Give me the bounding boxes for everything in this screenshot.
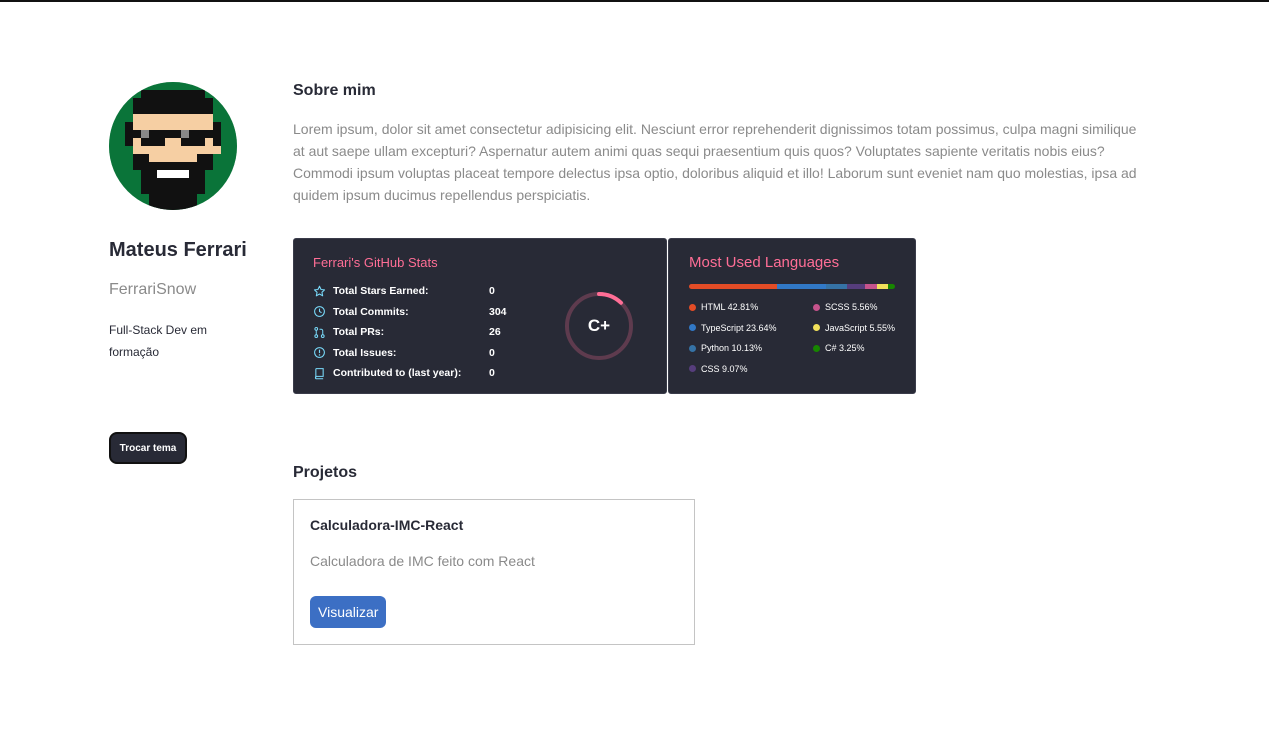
language-legend-item: CSS 9.07% (689, 364, 813, 374)
history-icon (314, 306, 325, 318)
language-legend-item: Python 10.13% (689, 343, 813, 353)
stat-label: Total Commits: (333, 305, 409, 318)
language-bar-segment (888, 284, 895, 289)
pull-request-icon (314, 326, 325, 338)
stat-label: Total Stars Earned: (333, 285, 429, 298)
language-label: SCSS 5.56% (825, 302, 878, 312)
stat-value: 0 (489, 346, 495, 359)
main-content: Sobre mim Lorem ipsum, dolor sit amet co… (293, 82, 1143, 645)
language-color-dot (689, 324, 696, 331)
profile-username: FerrariSnow (109, 281, 197, 298)
language-color-dot (813, 303, 820, 311)
issue-icon (314, 347, 325, 359)
stat-label: Total Issues: (333, 346, 397, 359)
language-legend-item: JavaScript 5.55% (813, 323, 899, 333)
stat-row: Total PRs: 26 (313, 322, 507, 343)
language-color-dot (689, 344, 696, 352)
language-bar-segment (846, 284, 866, 289)
language-label: C# 3.25% (825, 343, 865, 353)
language-legend-item: SCSS 5.56% (813, 302, 899, 312)
language-bar-segment (689, 284, 778, 289)
stat-value: 304 (489, 305, 507, 318)
stat-label: Contributed to (last year): (333, 367, 462, 380)
star-icon (313, 285, 326, 297)
language-bar-segment (825, 284, 847, 289)
language-bar-segment (777, 284, 826, 289)
profile-name: Mateus Ferrari (109, 239, 247, 261)
top-border (0, 0, 1269, 2)
toggle-theme-button[interactable]: Trocar tema (109, 432, 187, 464)
language-label: HTML 42.81% (701, 302, 759, 312)
languages-bar (689, 284, 895, 289)
stat-row: Contributed to (last year): 0 (313, 363, 507, 384)
rank-grade: C+ (587, 316, 611, 335)
stat-value: 0 (489, 285, 495, 298)
language-label: TypeScript 23.64% (701, 322, 777, 333)
language-color-dot (813, 344, 820, 352)
stat-row: Total Issues: 0 (313, 343, 507, 364)
github-cards: Ferrari's GitHub Stats Total Stars Earne… (293, 238, 916, 394)
language-label: JavaScript 5.55% (825, 322, 896, 333)
stat-row: Total Stars Earned: 0 (313, 281, 507, 302)
language-legend-item: C# 3.25% (813, 343, 899, 353)
languages-card: Most Used Languages HTML 42.81% SCSS 5.56… (668, 238, 916, 394)
project-card: Calculadora-IMC-React Calculadora de IMC… (293, 499, 695, 645)
github-stats-title: Ferrari's GitHub Stats (313, 255, 438, 270)
stat-value: 26 (489, 326, 501, 339)
language-label: CSS 9.07% (701, 363, 748, 374)
language-legend-item: TypeScript 23.64% (689, 323, 813, 333)
language-legend-item: HTML 42.81% (689, 302, 813, 312)
about-text: Lorem ipsum, dolor sit amet consectetur … (293, 121, 1137, 203)
language-color-dot (813, 324, 820, 331)
repo-icon (314, 367, 324, 380)
language-bar-segment (876, 284, 889, 289)
language-label: Python 10.13% (701, 343, 763, 353)
avatar (109, 82, 237, 210)
stat-value: 0 (489, 367, 495, 380)
profile-sidebar: Mateus Ferrari FerrariSnow Full-Stack De… (109, 82, 259, 464)
languages-title: Most Used Languages (689, 254, 840, 271)
stat-list: Total Stars Earned: 0 Total Commits: 304… (313, 281, 507, 384)
view-project-button[interactable]: Visualizar (310, 596, 387, 628)
projects-title: Projetos (293, 464, 358, 481)
stat-row: Total Commits: 304 (313, 302, 507, 323)
rank-circle: C+ (564, 291, 634, 361)
github-stats-card: Ferrari's GitHub Stats Total Stars Earne… (293, 238, 667, 394)
about-title: Sobre mim (293, 82, 376, 99)
languages-legend: HTML 42.81% SCSS 5.56% TypeScript 23.64% Ja… (689, 302, 899, 374)
project-description: Calculadora de IMC feito com React (310, 553, 535, 569)
project-name: Calculadora-IMC-React (310, 517, 464, 533)
profile-bio: Full-Stack Dev em formação (109, 323, 208, 359)
language-bar-segment (865, 284, 877, 289)
language-color-dot (689, 303, 696, 311)
language-color-dot (689, 365, 696, 372)
stat-label: Total PRs: (333, 326, 385, 339)
